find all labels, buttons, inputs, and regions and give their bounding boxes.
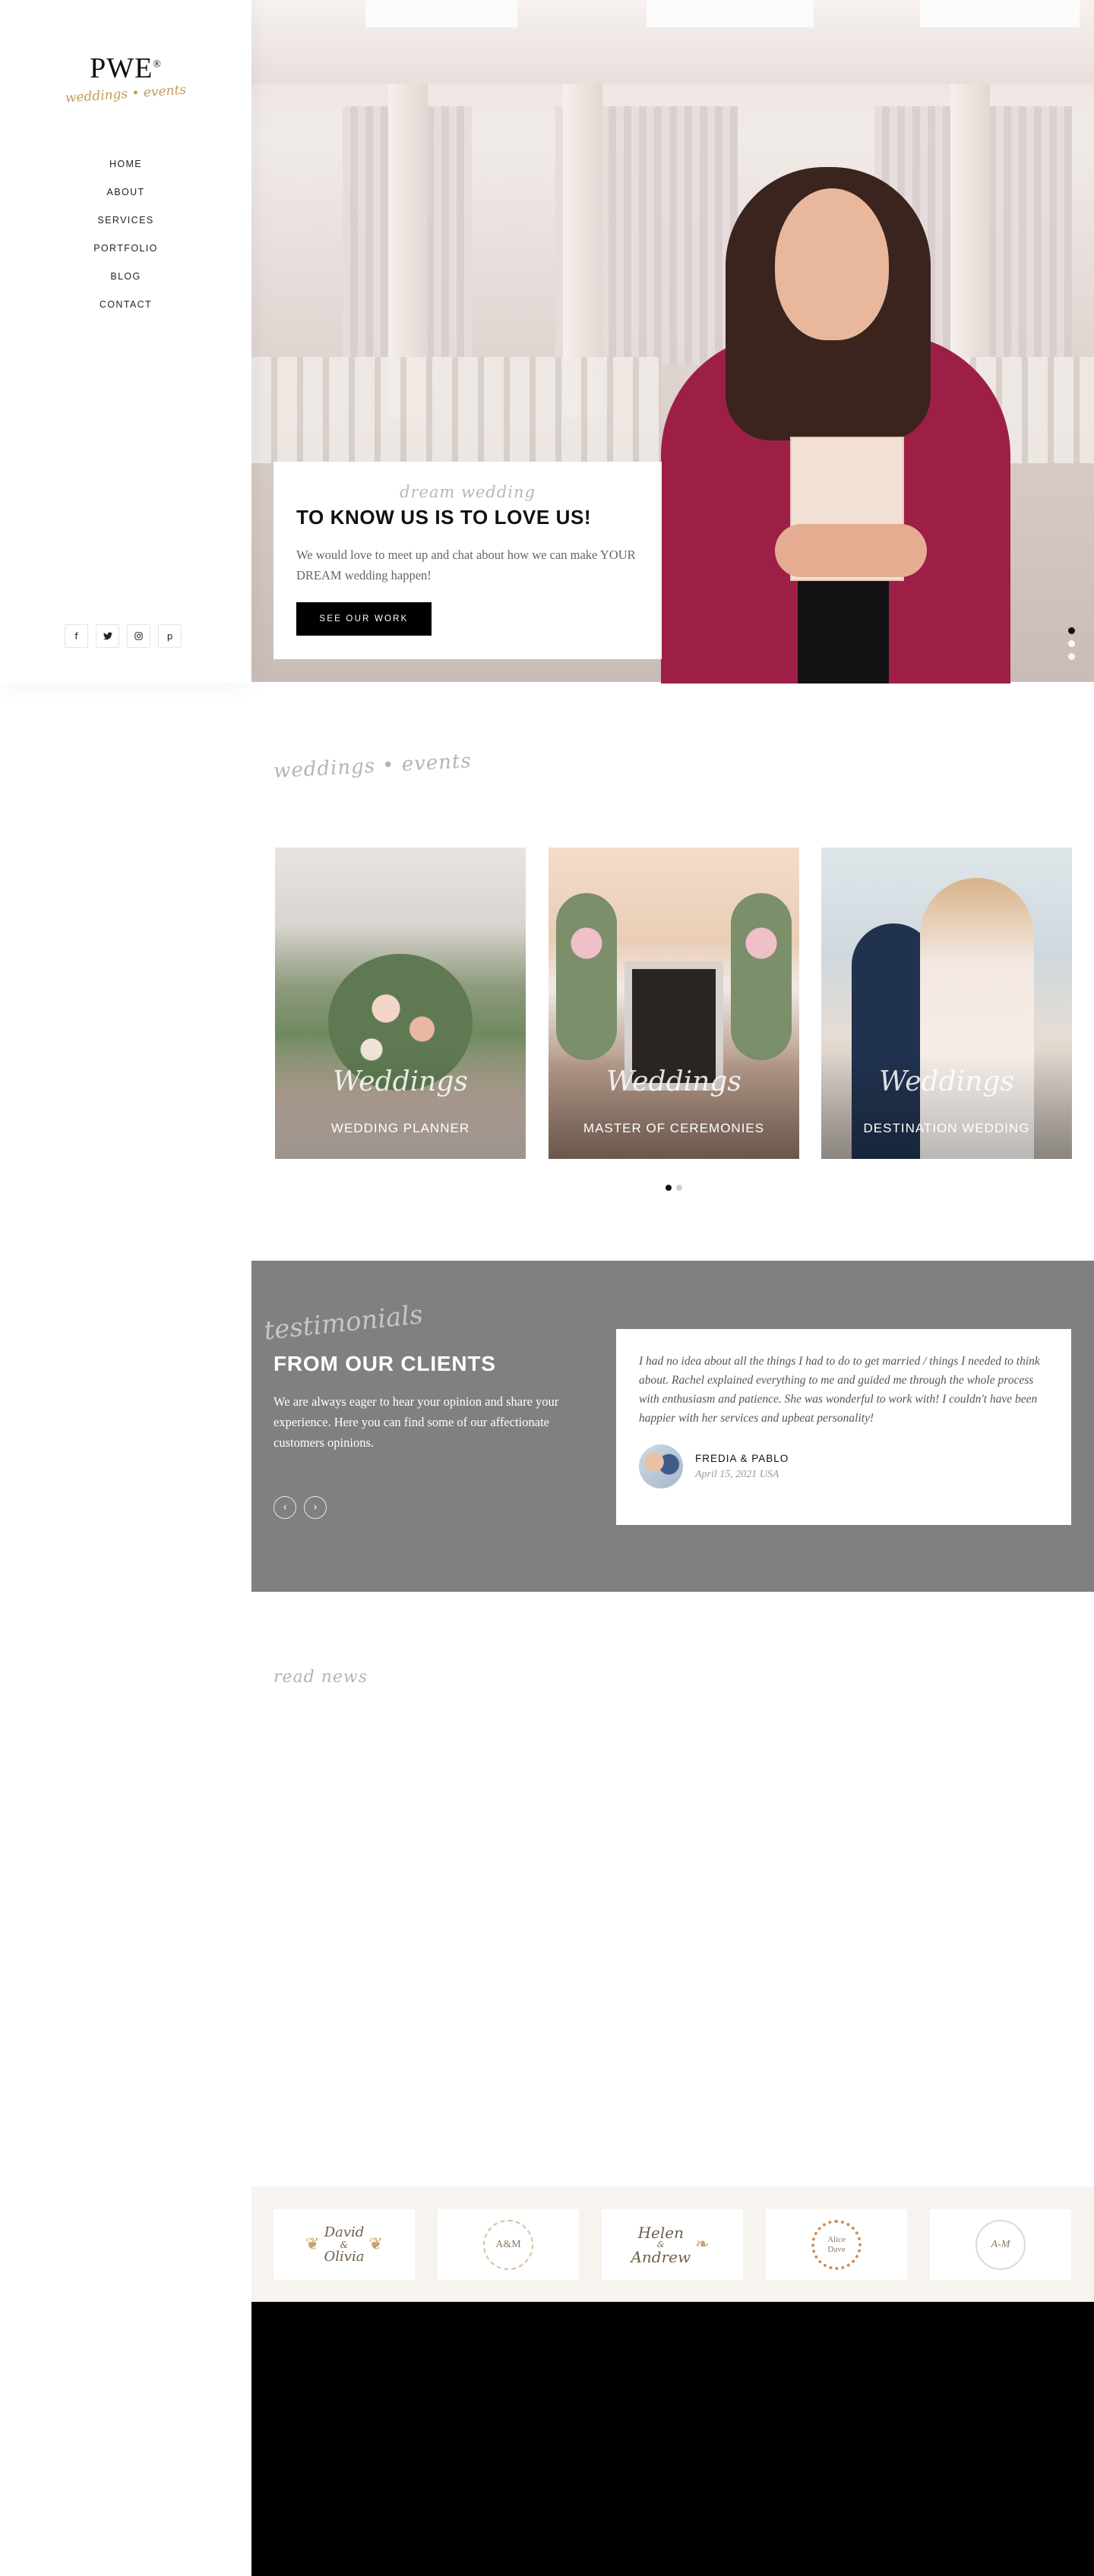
leaf-icon: ❧ [695,2235,710,2254]
pinterest-icon[interactable]: p [158,624,182,648]
nav-about[interactable]: ABOUT [0,178,251,207]
testimonial-quote: I had no idea about all the things I had… [639,1355,1040,1425]
chevron-right-icon[interactable]: › [304,1496,327,1519]
testimonials-title: FROM OUR CLIENTS [274,1352,496,1375]
logo-text: David & Olivia [324,2224,365,2265]
hero-chairs [251,357,662,463]
card-label: MASTER OF CEREMONIES [583,1121,765,1135]
twitter-icon[interactable] [96,624,119,648]
see-our-work-button[interactable]: SEE OUR WORK [296,602,432,636]
author-avatar [639,1444,683,1488]
logo-a-m-monogram[interactable]: A-M [930,2209,1071,2280]
hero-skylight [365,0,517,27]
sidebar: PWE® weddings • events HOME ABOUT SERVIC… [0,0,251,683]
hero-title: TO KNOW US IS TO LOVE US! [296,506,592,529]
hero-skylight [920,0,1080,27]
logo-text: Helen & Andrew [631,2223,691,2266]
testimonials-section: testimonials FROM OUR CLIENTS We are alw… [251,1261,1094,1592]
nav-contact[interactable]: CONTACT [0,291,251,319]
footer [251,2302,1094,2576]
nav-home[interactable]: HOME [0,150,251,178]
hero-script: dream wedding [400,483,536,501]
logo-a-m-wreath[interactable]: A&M [438,2209,579,2280]
service-card-wedding-planner[interactable]: Weddings WEDDING PLANNER [275,848,526,1159]
news-section-script: read news [274,1668,368,1687]
logo-david-olivia[interactable]: ❦ David & Olivia ❦ [274,2209,415,2280]
card-label: DESTINATION WEDDING [863,1121,1030,1135]
hero-card: dream wedding TO KNOW US IS TO LOVE US! … [274,462,662,659]
hero-slide-dot[interactable] [1068,627,1075,634]
card-script: Weddings [606,1066,741,1097]
logo-helen-andrew[interactable]: Helen & Andrew ❧ [602,2209,743,2280]
logo-alice-dave[interactable]: Alice Dave [766,2209,907,2280]
nav-portfolio[interactable]: PORTFOLIO [0,235,251,263]
author-name: FREDIA & PABLO [695,1452,789,1464]
social-links: f p [65,624,182,648]
testimonials-text: We are always eager to hear your opinion… [274,1394,559,1450]
testimonials-script: testimonials [262,1299,425,1346]
wreath-logo: A&M [483,2219,533,2270]
nav-blog[interactable]: BLOG [0,263,251,291]
hero-person-face [775,188,889,340]
testimonial-card: I had no idea about all the things I had… [616,1329,1071,1525]
chevron-left-icon[interactable]: ‹ [274,1496,296,1519]
card-label: WEDDING PLANNER [330,1121,470,1135]
site-logo[interactable]: PWE® weddings • events [0,52,251,106]
main-nav: HOME ABOUT SERVICES PORTFOLIO BLOG CONTA… [0,150,251,319]
laurel-icon: ❦ [305,2235,320,2254]
testimonial-arrows: ‹ › [274,1496,327,1519]
weddings-section-script: weddings • events [273,750,473,783]
wreath-logo: Alice Dave [811,2219,862,2270]
instagram-icon[interactable] [127,624,150,648]
nav-services[interactable]: SERVICES [0,207,251,235]
testimonial-date: April 15, 2021 USA [695,1468,779,1480]
services-carousel-dots [666,1185,682,1191]
wreath-logo: A-M [975,2219,1026,2270]
hero-person-hands [775,524,927,577]
hero-text: We would love to meet up and chat about … [296,548,636,582]
testimonial-author: FREDIA & PABLO April 15, 2021 USA [639,1444,1048,1488]
flower-arch-left [556,893,617,1060]
card-script: Weddings [879,1066,1014,1097]
partner-logos: ❦ David & Olivia ❦ A&M Helen & Andrew ❧ … [251,2186,1094,2302]
service-card-destination-wedding[interactable]: Weddings DESTINATION WEDDING [821,848,1072,1159]
hero-slider-dots [1068,627,1075,666]
hero-slide-dot[interactable] [1068,653,1075,660]
hero-skylight [647,0,814,27]
author-meta: FREDIA & PABLO April 15, 2021 USA [695,1453,789,1481]
flower-arch-right [731,893,792,1060]
carousel-page-dot[interactable] [676,1185,682,1191]
laurel-icon: ❦ [368,2235,383,2254]
facebook-icon[interactable]: f [65,624,88,648]
hero-slide-dot[interactable] [1068,640,1075,647]
service-card-master-of-ceremonies[interactable]: Weddings MASTER OF CEREMONIES [549,848,799,1159]
card-script: Weddings [333,1066,468,1097]
carousel-page-dot[interactable] [666,1185,672,1191]
